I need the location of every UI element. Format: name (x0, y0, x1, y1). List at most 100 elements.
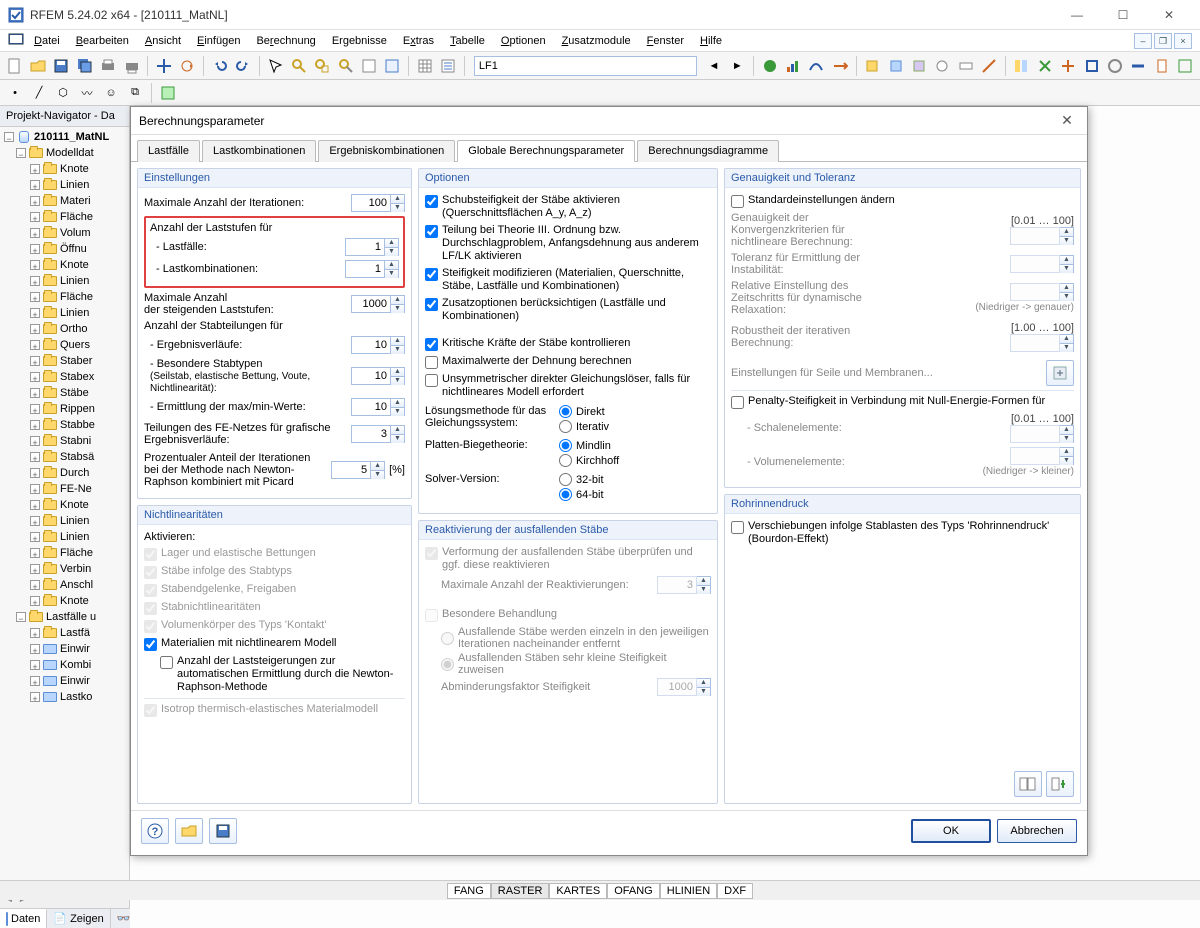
mode-line-icon[interactable]: ╱ (28, 82, 50, 104)
solver-32-radio[interactable] (559, 473, 572, 486)
tree-item[interactable]: +Lastfä (2, 625, 127, 641)
navigator-icon[interactable] (438, 55, 459, 77)
opt-division-checkbox[interactable] (425, 225, 438, 238)
div-results-spinner[interactable]: ▲▼ (351, 336, 405, 354)
tree-item[interactable]: +Kombi (2, 657, 127, 673)
status-hlinien[interactable]: HLINIEN (660, 883, 717, 899)
tool-l[interactable] (1128, 55, 1149, 77)
tree-item[interactable]: +Linien (2, 529, 127, 545)
solver-iter-radio[interactable] (559, 420, 572, 433)
opt-critical-checkbox[interactable] (425, 338, 438, 351)
zoomwin-icon[interactable] (312, 55, 333, 77)
edit-smile-icon[interactable]: ☺ (100, 82, 122, 104)
mdi-restore-button[interactable]: ❐ (1154, 33, 1172, 49)
fe-mesh-spinner[interactable]: ▲▼ (351, 425, 405, 443)
tree-item[interactable]: +Fläche (2, 209, 127, 225)
solver-direct-radio[interactable] (559, 405, 572, 418)
opt-modify-checkbox[interactable] (425, 268, 438, 281)
tree-item[interactable]: +Stäbe (2, 385, 127, 401)
tree-item[interactable]: +Lastko (2, 689, 127, 705)
tree-item[interactable]: +Öffnu (2, 241, 127, 257)
maximize-button[interactable]: ☐ (1100, 0, 1146, 30)
max-iter-spinner[interactable]: ▲▼ (351, 194, 405, 212)
tree-item[interactable]: +Durch (2, 465, 127, 481)
tree-item[interactable]: +Linien (2, 177, 127, 193)
ok-button[interactable]: OK (911, 819, 991, 843)
opt-extra-checkbox[interactable] (425, 298, 438, 311)
navigator-tree[interactable]: −210111_MatNL −Modelldat +Knote+Linien+M… (0, 127, 129, 890)
edit-copy-icon[interactable]: ⧉ (124, 82, 146, 104)
save-params-button[interactable] (209, 818, 237, 844)
undo-icon[interactable] (209, 55, 230, 77)
status-ofang[interactable]: OFANG (607, 883, 660, 899)
saveall-icon[interactable] (74, 55, 95, 77)
div-special-spinner[interactable]: ▲▼ (351, 367, 405, 385)
tree-item[interactable]: +Staber (2, 353, 127, 369)
menu-fenster[interactable]: Fenster (641, 33, 690, 49)
menu-ergebnisse[interactable]: Ergebnisse (326, 33, 393, 49)
next-lf-icon[interactable]: ► (727, 55, 748, 77)
dialog-close-icon[interactable]: ✕ (1055, 112, 1079, 129)
calc-icon[interactable] (759, 55, 780, 77)
results-icon[interactable] (782, 55, 803, 77)
plate-mindlin-radio[interactable] (559, 439, 572, 452)
mode-curve-icon[interactable]: 〰 (76, 82, 98, 104)
opt-unsym-checkbox[interactable] (425, 374, 438, 387)
deform-icon[interactable] (806, 55, 827, 77)
tab-diagramme[interactable]: Berechnungsdiagramme (637, 140, 779, 162)
tab-zeigen[interactable]: 📄Zeigen (47, 909, 110, 928)
rotate-icon[interactable] (177, 55, 198, 77)
tree-item[interactable]: +Anschl (2, 577, 127, 593)
tree-item[interactable]: +Fläche (2, 545, 127, 561)
tree-item[interactable]: +Knote (2, 161, 127, 177)
menu-optionen[interactable]: Optionen (495, 33, 552, 49)
tree-item[interactable]: +Einwir (2, 641, 127, 657)
max-count-spinner[interactable]: ▲▼ (351, 295, 405, 313)
view1-icon[interactable] (358, 55, 379, 77)
tool-n[interactable] (1175, 55, 1196, 77)
tree-item[interactable]: +Stabbe (2, 417, 127, 433)
tree-item[interactable]: +Stabni (2, 433, 127, 449)
edit-a-icon[interactable] (157, 82, 179, 104)
tree-item[interactable]: +Linien (2, 305, 127, 321)
menu-zusatzmodule[interactable]: Zusatzmodule (556, 33, 637, 49)
loadsteps-lk-spinner[interactable]: ▲▼ (345, 260, 399, 278)
select-icon[interactable] (265, 55, 286, 77)
tool-e[interactable] (955, 55, 976, 77)
tab-lastfaelle[interactable]: Lastfälle (137, 140, 200, 162)
view2-icon[interactable] (382, 55, 403, 77)
tab-lastkombinationen[interactable]: Lastkombinationen (202, 140, 316, 162)
tree-item[interactable]: +Linien (2, 513, 127, 529)
new-icon[interactable] (4, 55, 25, 77)
prev-lf-icon[interactable]: ◄ (703, 55, 724, 77)
redo-icon[interactable] (232, 55, 253, 77)
tool-a[interactable] (861, 55, 882, 77)
loadsteps-lf-spinner[interactable]: ▲▼ (345, 238, 399, 256)
tree-item[interactable]: +FE-Ne (2, 481, 127, 497)
status-kartes[interactable]: KARTES (549, 883, 607, 899)
status-raster[interactable]: RASTER (491, 883, 550, 899)
tool-c[interactable] (908, 55, 929, 77)
zoom-icon[interactable] (288, 55, 309, 77)
tool-k[interactable] (1104, 55, 1125, 77)
status-fang[interactable]: FANG (447, 883, 491, 899)
tab-ergebniskombinationen[interactable]: Ergebniskombinationen (318, 140, 455, 162)
nonlin-auto-newton-checkbox[interactable] (160, 656, 173, 669)
tree-item[interactable]: +Quers (2, 337, 127, 353)
tree-item[interactable]: +Materi (2, 193, 127, 209)
tab-global[interactable]: Globale Berechnungsparameter (457, 140, 635, 162)
tree-item[interactable]: +Verbin (2, 561, 127, 577)
tree-item[interactable]: +Fläche (2, 289, 127, 305)
details-button[interactable] (1046, 771, 1074, 797)
plate-kirchhoff-radio[interactable] (559, 454, 572, 467)
menu-extras[interactable]: Extras (397, 33, 440, 49)
menu-datei[interactable]: Datei (28, 33, 66, 49)
menu-tabelle[interactable]: Tabelle (444, 33, 491, 49)
tables-icon[interactable] (414, 55, 435, 77)
tool-m[interactable] (1151, 55, 1172, 77)
tool-b[interactable] (885, 55, 906, 77)
tool-j[interactable] (1081, 55, 1102, 77)
div-maxmin-spinner[interactable]: ▲▼ (351, 398, 405, 416)
opt-maxstrain-checkbox[interactable] (425, 356, 438, 369)
menu-bearbeiten[interactable]: Bearbeiten (70, 33, 135, 49)
